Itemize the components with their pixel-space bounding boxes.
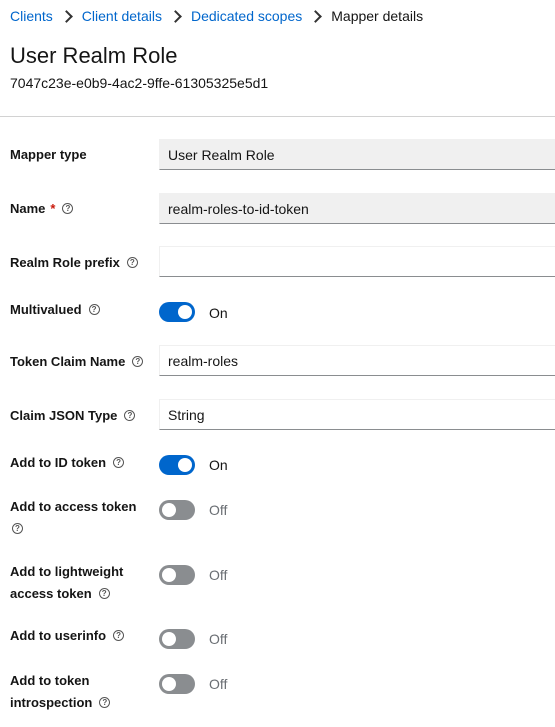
add-to-token-introspection-toggle[interactable] xyxy=(159,674,195,694)
help-icon[interactable]: ? xyxy=(62,203,74,215)
toggle-knob xyxy=(162,568,176,582)
add-to-token-introspection-state: Off xyxy=(209,676,228,692)
chevron-right-icon xyxy=(309,9,323,23)
help-icon[interactable]: ? xyxy=(12,523,23,535)
add-to-access-token-label: Add to access token? xyxy=(10,499,137,535)
breadcrumb-client-details-link[interactable]: Client details xyxy=(82,8,162,24)
toggle-knob xyxy=(178,458,192,472)
realm-role-prefix-input[interactable] xyxy=(159,246,555,277)
add-to-id-token-label: Add to ID token? xyxy=(10,452,125,474)
toggle-knob xyxy=(178,305,192,319)
multivalued-toggle[interactable] xyxy=(159,302,195,322)
breadcrumb-current: Mapper details xyxy=(331,8,424,24)
name-field: realm-roles-to-id-token xyxy=(159,193,555,224)
divider xyxy=(0,116,555,117)
multivalued-state: On xyxy=(209,305,228,321)
add-to-id-token-toggle[interactable] xyxy=(159,455,195,475)
add-to-lightweight-access-token-toggle[interactable] xyxy=(159,565,195,585)
help-icon[interactable]: ? xyxy=(113,630,125,642)
claim-json-type-select[interactable]: String xyxy=(159,399,555,430)
claim-json-type-label: Claim JSON Type? xyxy=(10,405,136,427)
add-to-token-introspection-label: Add to token introspection? xyxy=(10,670,111,714)
mapper-id: 7047c23e-e0b9-4ac2-9ffe-61305325e5d1 xyxy=(10,75,269,91)
help-icon[interactable]: ? xyxy=(124,410,136,422)
chevron-right-icon xyxy=(59,9,73,23)
page-title: User Realm Role xyxy=(10,43,178,68)
help-icon[interactable]: ? xyxy=(113,457,125,469)
toggle-knob xyxy=(162,503,176,517)
breadcrumb-dedicated-scopes-link[interactable]: Dedicated scopes xyxy=(191,8,302,24)
chevron-right-icon xyxy=(169,9,182,23)
add-to-userinfo-toggle[interactable] xyxy=(159,629,195,649)
add-to-id-token-state: On xyxy=(209,457,228,473)
token-claim-name-input[interactable] xyxy=(159,345,555,376)
token-claim-name-label: Token Claim Name? xyxy=(10,351,144,373)
help-icon[interactable]: ? xyxy=(126,257,138,269)
add-to-lightweight-access-token-label: Add to lightweight access token? xyxy=(10,564,124,601)
add-to-access-token-state: Off xyxy=(209,502,228,518)
add-to-access-token-toggle[interactable] xyxy=(159,500,195,520)
breadcrumb: Clients Client details Dedicated scopes … xyxy=(10,8,423,24)
add-to-userinfo-state: Off xyxy=(209,631,228,647)
mapper-type-field: User Realm Role xyxy=(159,139,555,170)
name-label: Name *? xyxy=(10,198,74,220)
toggle-knob xyxy=(162,632,176,646)
multivalued-label: Multivalued? xyxy=(10,299,100,321)
help-icon[interactable]: ? xyxy=(98,588,110,600)
add-to-lightweight-access-token-state: Off xyxy=(209,567,228,583)
help-icon[interactable]: ? xyxy=(88,304,100,316)
add-to-userinfo-label: Add to userinfo? xyxy=(10,625,125,647)
help-icon[interactable]: ? xyxy=(99,697,111,709)
required-marker: * xyxy=(50,201,56,216)
mapper-type-label: Mapper type xyxy=(10,147,87,162)
help-icon[interactable]: ? xyxy=(132,356,144,368)
realm-role-prefix-label: Realm Role prefix? xyxy=(10,252,138,274)
breadcrumb-clients-link[interactable]: Clients xyxy=(10,8,53,24)
toggle-knob xyxy=(162,677,176,691)
